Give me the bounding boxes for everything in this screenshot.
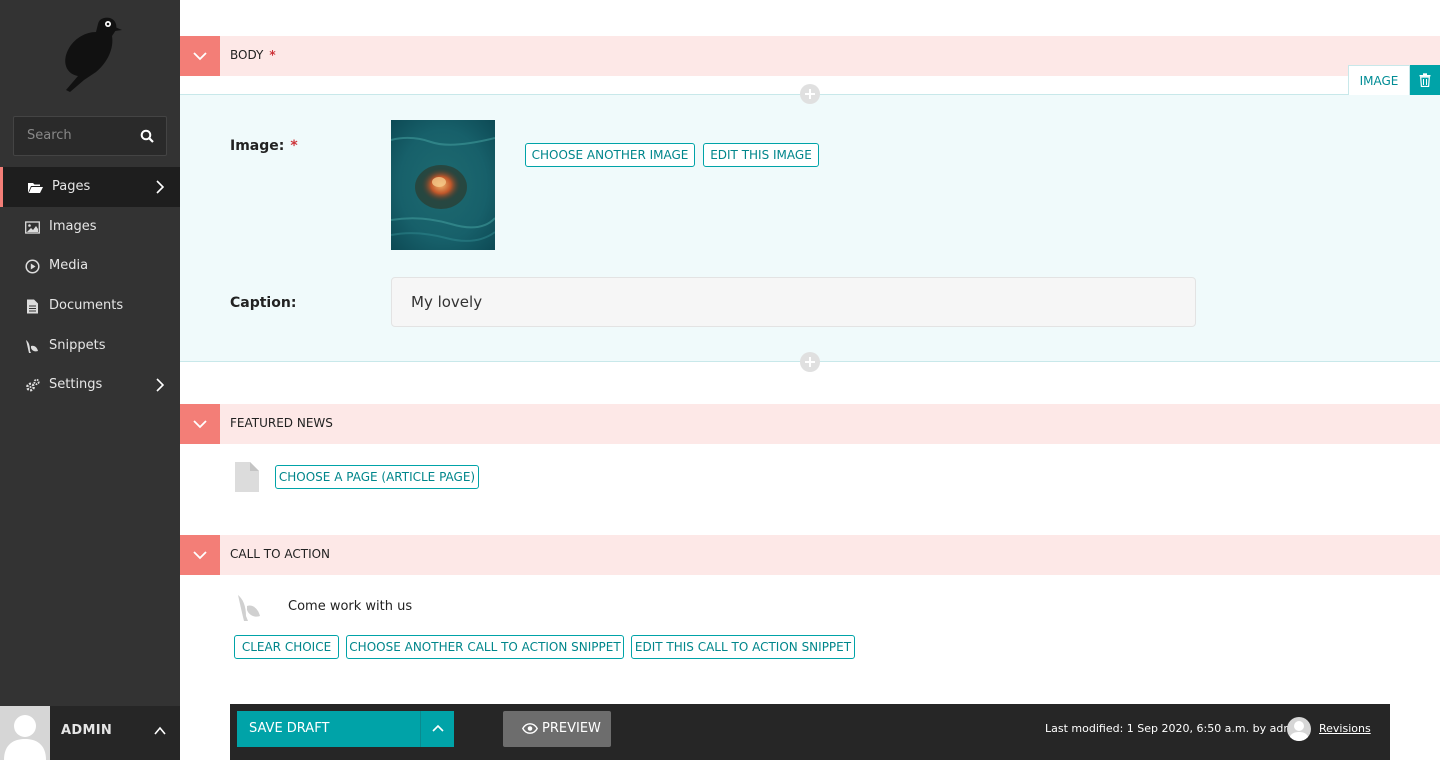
folder-open-icon bbox=[28, 183, 43, 193]
sidebar-item-label: Documents bbox=[49, 298, 124, 313]
image-icon bbox=[25, 221, 40, 234]
delete-block-button[interactable] bbox=[1410, 65, 1440, 95]
section-header-featured-news: FEATURED NEWS bbox=[180, 404, 1440, 444]
avatar bbox=[1287, 717, 1311, 741]
document-icon bbox=[27, 299, 38, 314]
chevron-right-icon bbox=[156, 180, 164, 194]
caption-value: My lovely bbox=[411, 293, 483, 311]
sidebar: Search Pages Images Media Documents Snip… bbox=[0, 0, 180, 760]
avatar bbox=[0, 706, 50, 760]
section-title: CALL TO ACTION bbox=[230, 547, 331, 561]
user-silhouette-icon bbox=[1289, 721, 1309, 741]
caption-input[interactable]: My lovely bbox=[391, 277, 1196, 327]
snippet-icon bbox=[26, 340, 38, 353]
collapse-toggle[interactable] bbox=[180, 535, 220, 575]
snippet-title: Come work with us bbox=[288, 599, 413, 614]
clear-choice-button[interactable]: CLEAR CHOICE bbox=[234, 635, 339, 659]
collapse-toggle[interactable] bbox=[180, 36, 220, 76]
sidebar-item-label: Pages bbox=[52, 179, 91, 194]
choose-another-snippet-button[interactable]: CHOOSE ANOTHER CALL TO ACTION SNIPPET bbox=[346, 635, 624, 659]
chevron-up-icon[interactable] bbox=[432, 724, 444, 733]
sidebar-item-media[interactable]: Media bbox=[0, 246, 180, 286]
save-draft-label: SAVE DRAFT bbox=[249, 721, 330, 736]
choose-page-button[interactable]: CHOOSE A PAGE (ARTICLE PAGE) bbox=[275, 465, 479, 489]
revisions-link[interactable]: Revisions bbox=[1319, 722, 1371, 735]
section-title: BODY * bbox=[230, 48, 276, 62]
preview-button[interactable]: PREVIEW bbox=[503, 711, 611, 747]
chevron-down-icon bbox=[193, 420, 207, 429]
search-placeholder: Search bbox=[27, 128, 72, 143]
account-menu[interactable]: ADMIN bbox=[0, 706, 180, 760]
section-title-text: BODY bbox=[230, 48, 264, 62]
sidebar-item-label: Snippets bbox=[49, 338, 106, 353]
section-title: FEATURED NEWS bbox=[230, 416, 333, 430]
image-field-label: Image: * bbox=[230, 138, 298, 154]
image-thumbnail[interactable] bbox=[391, 120, 495, 250]
user-silhouette-icon bbox=[4, 715, 46, 760]
add-block-button[interactable] bbox=[800, 352, 820, 372]
page-icon bbox=[235, 462, 259, 492]
sidebar-item-label: Images bbox=[49, 219, 97, 234]
section-header-body: BODY * bbox=[180, 36, 1440, 76]
cogs-icon bbox=[26, 378, 40, 392]
block-type-label: IMAGE bbox=[1348, 65, 1410, 95]
account-name: ADMIN bbox=[61, 723, 113, 738]
play-icon bbox=[25, 259, 40, 274]
edit-image-button[interactable]: EDIT THIS IMAGE bbox=[703, 143, 819, 167]
collapse-toggle[interactable] bbox=[180, 404, 220, 444]
section-header-call-to-action: CALL TO ACTION bbox=[180, 535, 1440, 575]
sidebar-item-snippets[interactable]: Snippets bbox=[0, 326, 180, 366]
chevron-down-icon bbox=[193, 551, 207, 560]
trash-icon bbox=[1419, 73, 1431, 87]
sidebar-item-documents[interactable]: Documents bbox=[0, 286, 180, 326]
image-field-label-text: Image: bbox=[230, 138, 285, 154]
eye-icon bbox=[522, 723, 538, 734]
sidebar-item-pages[interactable]: Pages bbox=[0, 167, 180, 207]
required-marker: * bbox=[269, 48, 276, 62]
wagtail-logo-icon[interactable] bbox=[56, 14, 122, 92]
edit-snippet-button[interactable]: EDIT THIS CALL TO ACTION SNIPPET bbox=[631, 635, 855, 659]
sidebar-item-label: Settings bbox=[49, 377, 103, 392]
required-marker: * bbox=[290, 138, 298, 154]
chevron-up-icon[interactable] bbox=[154, 726, 166, 736]
sidebar-search[interactable]: Search bbox=[13, 116, 167, 156]
chevron-down-icon bbox=[193, 52, 207, 61]
caption-field-label: Caption: bbox=[230, 295, 297, 311]
add-block-button[interactable] bbox=[800, 84, 820, 104]
button-divider bbox=[420, 711, 421, 747]
footer-action-bar: SAVE DRAFT PREVIEW Last modified: 1 Sep … bbox=[230, 704, 1390, 760]
save-draft-button[interactable]: SAVE DRAFT bbox=[237, 711, 454, 747]
snippet-icon bbox=[238, 595, 260, 621]
choose-another-image-button[interactable]: CHOOSE ANOTHER IMAGE bbox=[525, 143, 695, 167]
sidebar-item-label: Media bbox=[49, 258, 89, 273]
last-modified-text: Last modified: 1 Sep 2020, 6:50 a.m. by … bbox=[1045, 722, 1305, 735]
search-icon[interactable] bbox=[140, 129, 154, 143]
preview-label: PREVIEW bbox=[542, 721, 601, 736]
sidebar-item-settings[interactable]: Settings bbox=[0, 365, 180, 405]
sidebar-item-images[interactable]: Images bbox=[0, 207, 180, 247]
chevron-right-icon bbox=[156, 378, 164, 392]
image-preview bbox=[391, 120, 495, 250]
